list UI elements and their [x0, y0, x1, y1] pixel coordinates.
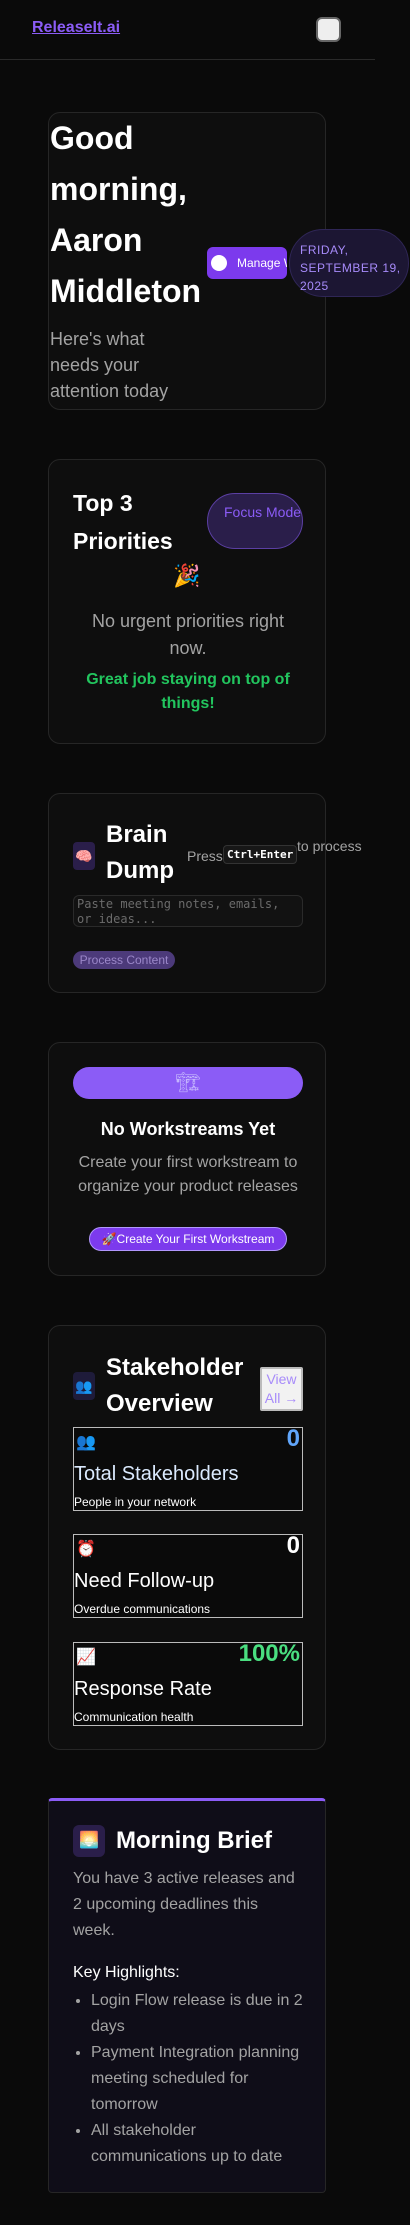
alarm-clock-icon: ⏰: [76, 1541, 96, 1558]
list-item: Login Flow release is due in 2 days: [91, 1988, 303, 2040]
chart-up-icon: 📈: [76, 1649, 96, 1666]
stat-desc: Overdue communications: [74, 1602, 211, 1616]
priorities-empty-text: No urgent priorities right now.: [91, 611, 285, 658]
stat-desc: People in your network: [74, 1495, 197, 1509]
theme-toggle-button[interactable]: [316, 17, 341, 42]
brain-dump-card: 🧠 Brain Dump Press Ctrl+Enter to process…: [48, 793, 362, 993]
date-badge: FRIDAY, SEPTEMBER 19, 2025: [289, 229, 409, 297]
workstreams-title: No Workstreams Yet: [100, 1119, 276, 1139]
stat-value: 0: [286, 1532, 300, 1559]
workstreams-description: Create your first workstream to organize…: [78, 1154, 298, 1195]
workstreams-card: 🏗 No Workstreams Yet Create your first w…: [48, 1042, 326, 1276]
stat-name: Response Rate: [74, 1678, 212, 1700]
top-nav-bar: ReleaseIt.ai: [0, 0, 375, 60]
greeting-title: Good morning, Aaron Middleton: [50, 120, 202, 309]
process-content-button[interactable]: Process Content: [73, 951, 175, 969]
focus-mode-button[interactable]: Focus Mode: [207, 493, 303, 549]
morning-brief-summary: You have 3 active releases and 2 upcomin…: [73, 1870, 295, 1939]
stat-total-stakeholders: 👥 0 Total Stakeholders People in your ne…: [73, 1425, 303, 1511]
highlights-heading: Key Highlights:: [73, 1964, 180, 1981]
people-icon: 👥: [73, 1372, 95, 1400]
stat-name: Need Follow-up: [74, 1570, 215, 1592]
construction-icon: 🏗: [175, 1072, 201, 1094]
brain-dump-title: Brain Dump: [106, 821, 174, 884]
stakeholder-overview-card: 👥 Stakeholder Overview View All → 👥 0 To…: [48, 1325, 326, 1750]
priorities-great-text: Great job staying on top of things!: [86, 671, 290, 712]
shortcut-key: Ctrl+Enter: [223, 845, 298, 864]
morning-brief-title: Morning Brief: [116, 1827, 272, 1854]
manage-workstreams-button[interactable]: Manage Workstreams: [207, 247, 287, 279]
workstreams-banner: 🏗: [73, 1067, 303, 1099]
priorities-title: Top 3 Priorities: [73, 490, 173, 554]
stat-need-follow-up: ⏰ 0 Need Follow-up Overdue communication…: [73, 1532, 303, 1618]
sunrise-icon: 🌅: [73, 1825, 105, 1857]
brain-dump-input[interactable]: Paste meeting notes, emails, or ideas...: [73, 895, 303, 927]
view-all-button[interactable]: View All →: [260, 1367, 303, 1411]
stat-desc: Communication health: [74, 1710, 194, 1724]
stat-value: 100%: [238, 1640, 300, 1667]
logo-link[interactable]: ReleaseIt.ai: [32, 19, 120, 37]
stat-value: 0: [286, 1425, 300, 1452]
morning-brief-card: 🌅 Morning Brief You have 3 active releas…: [48, 1798, 326, 2193]
brain-icon: 🧠: [73, 842, 95, 870]
greeting-card: Good morning, Aaron Middleton Here's wha…: [48, 112, 409, 410]
highlights-list: Login Flow release is due in 2 days Paym…: [73, 1988, 303, 2170]
greeting-subtitle: Here's what needs your attention today: [50, 329, 169, 401]
press-label: Press: [187, 848, 223, 864]
priorities-card: Top 3 Priorities Focus Mode 🎉 No urgent …: [48, 459, 326, 744]
stat-response-rate: 📈 100% Response Rate Communication healt…: [73, 1640, 303, 1726]
list-item: All stakeholder communications up to dat…: [91, 2118, 303, 2170]
create-workstream-button[interactable]: 🚀Create Your First Workstream: [89, 1227, 287, 1251]
process-hint: to process: [297, 838, 362, 854]
list-item: Payment Integration planning meeting sch…: [91, 2040, 303, 2118]
manage-workstreams-label: Manage Workstreams: [237, 255, 287, 270]
people-icon: 👥: [76, 1434, 96, 1451]
toggle-icon: [211, 255, 227, 271]
stakeholder-overview-title: Stakeholder Overview: [106, 1354, 244, 1417]
party-popper-icon: 🎉: [173, 563, 201, 588]
stat-name: Total Stakeholders: [74, 1463, 239, 1485]
